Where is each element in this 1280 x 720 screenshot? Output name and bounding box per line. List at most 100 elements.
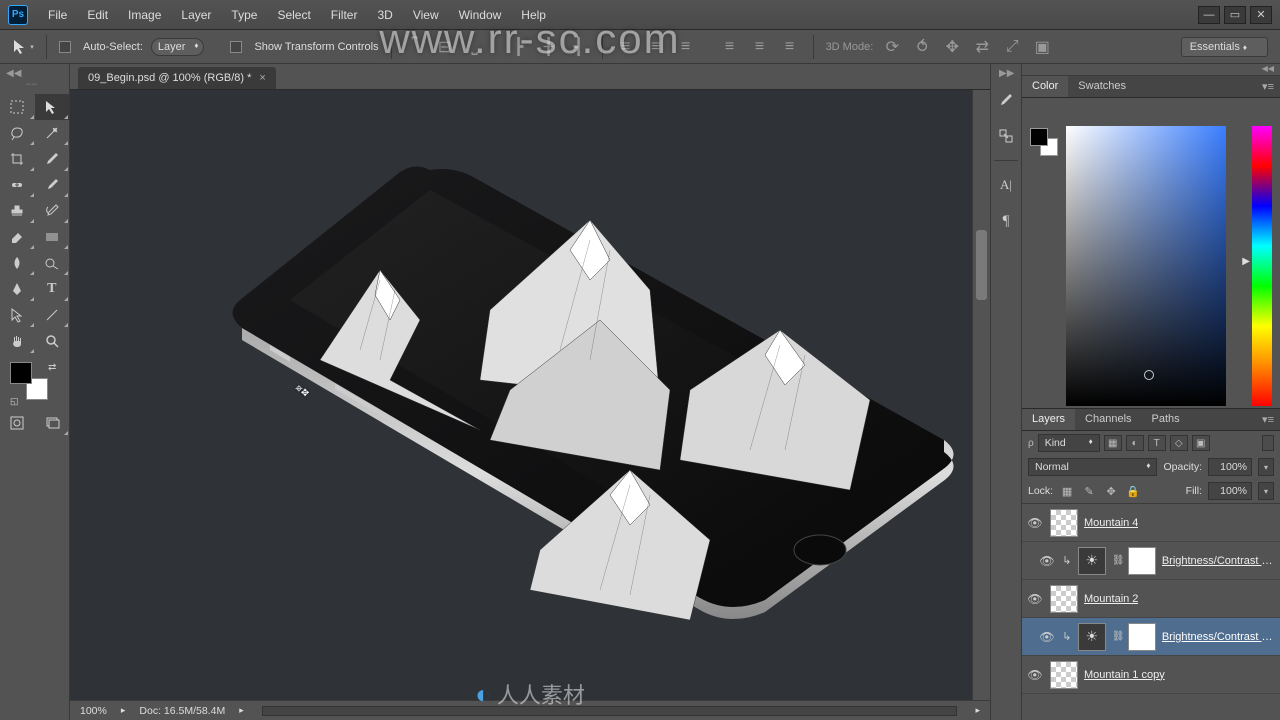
lock-pixels-icon[interactable]: ✎ (1081, 483, 1097, 499)
mask-link-icon[interactable]: ⛓ (1112, 555, 1122, 566)
align-right-icon[interactable]: ┫ (568, 36, 590, 58)
3d-orbit-icon[interactable]: ⟳ (881, 36, 903, 58)
menu-help[interactable]: Help (511, 4, 556, 26)
mask-thumbnail[interactable] (1128, 623, 1156, 651)
paragraph-panel-icon[interactable]: ¶ (994, 209, 1018, 233)
toolbox-collapse-icon[interactable]: ◀◀ (6, 68, 21, 79)
timeline-scrub[interactable] (262, 706, 958, 716)
tab-paths[interactable]: Paths (1142, 409, 1190, 430)
menu-layer[interactable]: Layer (171, 4, 221, 26)
layer-row[interactable]: 👁 ↳ ☀ ⛓ Brightness/Contrast 1... (1022, 618, 1280, 656)
mask-link-icon[interactable]: ⛓ (1112, 631, 1122, 642)
menu-filter[interactable]: Filter (321, 4, 368, 26)
adjustment-thumbnail[interactable]: ☀ (1078, 623, 1106, 651)
lock-transparency-icon[interactable]: ▦ (1059, 483, 1075, 499)
stamp-tool[interactable] (0, 198, 35, 224)
type-tool[interactable]: T (35, 276, 70, 302)
panel-collapse-bar[interactable] (1022, 64, 1280, 76)
tool-indicator-move-icon[interactable]: ▾ (12, 36, 34, 58)
lasso-tool[interactable] (0, 120, 35, 146)
visibility-toggle-icon[interactable]: 👁 (1026, 516, 1044, 530)
visibility-toggle-icon[interactable]: 👁 (1026, 668, 1044, 682)
rstrip-expand-icon[interactable]: ▶▶ (999, 68, 1014, 79)
dist-left-icon[interactable]: ≡ (719, 36, 741, 58)
fill-input[interactable]: 100% (1208, 482, 1252, 500)
lock-position-icon[interactable]: ✥ (1103, 483, 1119, 499)
brush-tool[interactable] (35, 172, 70, 198)
3d-camera-icon[interactable]: ▣ (1031, 36, 1053, 58)
menu-type[interactable]: Type (221, 4, 267, 26)
wand-tool[interactable] (35, 120, 70, 146)
history-brush-tool[interactable] (35, 198, 70, 224)
window-maximize-button[interactable]: ▭ (1224, 6, 1246, 24)
zoom-tool[interactable] (35, 328, 70, 354)
move-tool[interactable] (35, 94, 70, 120)
filter-adjust-icon[interactable]: ◐ (1126, 435, 1144, 451)
opacity-input[interactable]: 100% (1208, 458, 1252, 476)
layer-row[interactable]: 👁 Mountain 4 (1022, 504, 1280, 542)
doc-info-popup-icon[interactable]: ▸ (239, 705, 244, 716)
zoom-popup-icon[interactable]: ▸ (121, 705, 126, 716)
screen-mode-icon[interactable] (35, 410, 70, 436)
blend-mode-dropdown[interactable]: Normal♦ (1028, 458, 1157, 476)
dist-hcenter-icon[interactable]: ≡ (749, 36, 771, 58)
workspace-switcher[interactable]: Essentials ♦ (1181, 37, 1268, 57)
dodge-tool[interactable] (35, 250, 70, 276)
vertical-scrollbar[interactable] (972, 90, 990, 700)
layer-thumbnail[interactable] (1050, 509, 1078, 537)
filter-shape-icon[interactable]: ◇ (1170, 435, 1188, 451)
auto-select-target-dropdown[interactable]: Layer ♦ (151, 38, 205, 56)
opacity-popup-icon[interactable]: ▾ (1258, 458, 1274, 476)
layer-name[interactable]: Brightness/Contrast 1... (1162, 631, 1276, 643)
fill-popup-icon[interactable]: ▾ (1258, 482, 1274, 500)
layer-name[interactable]: Mountain 1 copy (1084, 669, 1165, 681)
pen-tool[interactable] (0, 276, 35, 302)
blur-tool[interactable] (0, 250, 35, 276)
lock-all-icon[interactable]: 🔒 (1125, 483, 1141, 499)
brush-panel-icon[interactable] (994, 88, 1018, 112)
layer-list[interactable]: 👁 Mountain 4 👁 ↳ ☀ ⛓ Brightness/Contrast… (1022, 503, 1280, 720)
tab-color[interactable]: Color (1022, 76, 1068, 97)
crop-tool[interactable] (0, 146, 35, 172)
hue-slider[interactable] (1252, 126, 1272, 406)
quick-mask-icon[interactable] (0, 410, 35, 436)
tab-swatches[interactable]: Swatches (1068, 76, 1136, 97)
align-bottom-icon[interactable]: ⎵ (464, 36, 486, 58)
layer-row[interactable]: 👁 ↳ ☀ ⛓ Brightness/Contrast 1... (1022, 542, 1280, 580)
align-vcenter-icon[interactable]: ⊟ (434, 36, 456, 58)
path-select-tool[interactable] (0, 302, 35, 328)
auto-select-checkbox[interactable] (59, 41, 71, 53)
dist-top-icon[interactable]: ≡ (615, 36, 637, 58)
line-tool[interactable] (35, 302, 70, 328)
layer-row[interactable]: 👁 Mountain 1 copy (1022, 656, 1280, 694)
zoom-level[interactable]: 100% (80, 705, 107, 717)
align-left-icon[interactable]: ┣ (508, 36, 530, 58)
layers-panel-menu-icon[interactable]: ▾≡ (1256, 409, 1280, 430)
filter-pixel-icon[interactable]: ▦ (1104, 435, 1122, 451)
window-close-button[interactable]: ✕ (1250, 6, 1272, 24)
color-field[interactable] (1066, 126, 1226, 406)
color-panel-menu-icon[interactable]: ▾≡ (1256, 76, 1280, 97)
eraser-tool[interactable] (0, 224, 35, 250)
dist-bottom-icon[interactable]: ≡ (675, 36, 697, 58)
layer-thumbnail[interactable] (1050, 661, 1078, 689)
layer-filter-type-dropdown[interactable]: Kind ♦ (1038, 434, 1100, 452)
menu-3d[interactable]: 3D (367, 4, 402, 26)
document-tab[interactable]: 09_Begin.psd @ 100% (RGB/8) * × (78, 67, 276, 89)
foreground-color-swatch[interactable] (10, 362, 32, 384)
character-panel-icon[interactable]: A| (994, 173, 1018, 197)
tab-channels[interactable]: Channels (1075, 409, 1141, 430)
timeline-play-icon[interactable]: ▸ (975, 705, 980, 716)
mini-fg-swatch[interactable] (1030, 128, 1048, 146)
menu-file[interactable]: File (38, 4, 77, 26)
menu-window[interactable]: Window (449, 4, 512, 26)
menu-image[interactable]: Image (118, 4, 171, 26)
scrollbar-thumb[interactable] (976, 230, 987, 300)
show-transform-checkbox[interactable] (230, 41, 242, 53)
tab-layers[interactable]: Layers (1022, 409, 1075, 430)
visibility-toggle-icon[interactable]: 👁 (1038, 630, 1056, 644)
3d-slide-icon[interactable]: ⇄ (971, 36, 993, 58)
layer-name[interactable]: Mountain 4 (1084, 517, 1138, 529)
layer-name[interactable]: Mountain 2 (1084, 593, 1138, 605)
filter-smart-icon[interactable]: ▣ (1192, 435, 1210, 451)
